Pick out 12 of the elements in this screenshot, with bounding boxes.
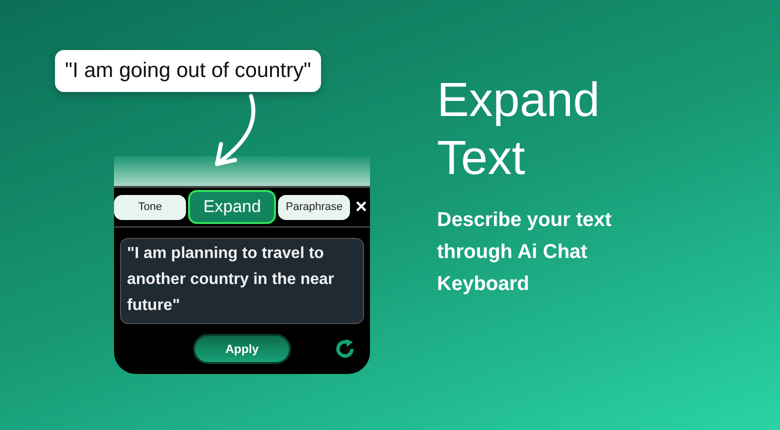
refresh-icon[interactable] <box>334 338 356 360</box>
callout-bubble: "I am going out of country" <box>55 50 322 92</box>
subtitle: Describe your text through Ai Chat Keyboard <box>437 208 613 297</box>
close-button[interactable]: × <box>352 196 370 218</box>
result-text-box: "I am planning to travel to another country in the near future" <box>120 238 364 324</box>
curved-arrow <box>215 94 256 166</box>
apply-button[interactable]: Apply <box>193 334 291 364</box>
tab[interactable]: Expand <box>188 190 276 224</box>
tab[interactable]: Tone <box>114 194 186 220</box>
tab[interactable]: Paraphrase <box>278 194 350 220</box>
headline: Expand <box>437 73 601 129</box>
headline: Text <box>437 131 526 187</box>
